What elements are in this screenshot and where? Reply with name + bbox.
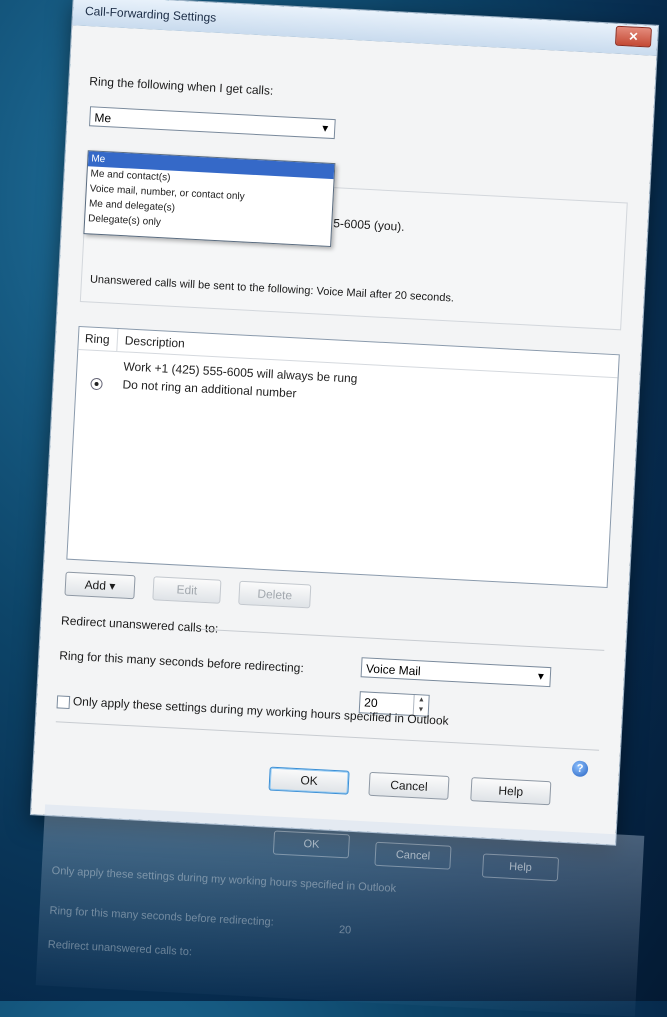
redirect-label: Redirect unanswered calls to: — [60, 613, 219, 636]
ring-select-value: Me — [94, 110, 112, 126]
delete-button[interactable]: Delete — [238, 580, 312, 609]
reflection-line: 20 — [338, 923, 352, 937]
column-header-description[interactable]: Description — [124, 333, 185, 350]
cancel-button[interactable]: Cancel — [368, 771, 450, 800]
ok-button[interactable]: OK — [268, 766, 350, 795]
redirect-select[interactable]: Voice Mail ▼ — [360, 657, 552, 688]
help-button[interactable]: Help — [470, 777, 552, 806]
ring-list[interactable]: Ring Description Work +1 (425) 555-6005 … — [66, 325, 620, 588]
reflection-line: Only apply these settings during my work… — [51, 864, 397, 895]
reflection-cancel: Cancel — [374, 841, 452, 870]
add-button[interactable]: Add ▾ — [64, 571, 136, 600]
ring-select[interactable]: Me ▼ — [89, 106, 336, 140]
add-button-label: Add — [84, 577, 107, 593]
chevron-down-icon: ▼ — [320, 123, 331, 135]
working-hours-checkbox[interactable] — [56, 695, 71, 710]
close-button[interactable]: ✕ — [614, 25, 652, 48]
column-separator — [116, 328, 119, 352]
redirect-select-value: Voice Mail — [365, 661, 422, 679]
reflection-ok: OK — [272, 830, 350, 859]
ring-label: Ring the following when I get calls: — [89, 74, 274, 98]
call-forwarding-dialog: Call-Forwarding Settings ✕ Ring the foll… — [30, 0, 659, 845]
ring-dropdown-list: Me Me and contact(s) Voice mail, number,… — [83, 150, 336, 248]
window-reflection: OK Cancel Help Only apply these settings… — [35, 804, 645, 1017]
column-header-ring[interactable]: Ring — [85, 331, 110, 346]
section-divider — [55, 721, 600, 751]
reflection-help: Help — [481, 853, 560, 882]
window-title: Call-Forwarding Settings — [84, 3, 217, 25]
radio-button[interactable] — [90, 377, 103, 391]
reflection-line: Ring for this many seconds before redire… — [49, 904, 274, 929]
desktop-background: Call-Forwarding Settings ✕ Ring the foll… — [0, 0, 667, 1017]
unanswered-summary: Unanswered calls will be sent to the fol… — [89, 273, 455, 305]
seconds-value: 20 — [363, 695, 378, 711]
seconds-label: Ring for this many seconds before redire… — [58, 648, 305, 676]
chevron-down-icon: ▼ — [535, 671, 547, 683]
section-divider — [200, 628, 605, 651]
help-icon[interactable]: ? — [571, 760, 589, 778]
edit-button[interactable]: Edit — [152, 576, 222, 604]
number-text: 5-6005 (you). — [332, 216, 405, 234]
chevron-down-icon: ▾ — [108, 578, 116, 594]
reflection-line: Redirect unanswered calls to: — [47, 938, 193, 959]
dialog-body: Ring the following when I get calls: Me … — [30, 25, 657, 845]
